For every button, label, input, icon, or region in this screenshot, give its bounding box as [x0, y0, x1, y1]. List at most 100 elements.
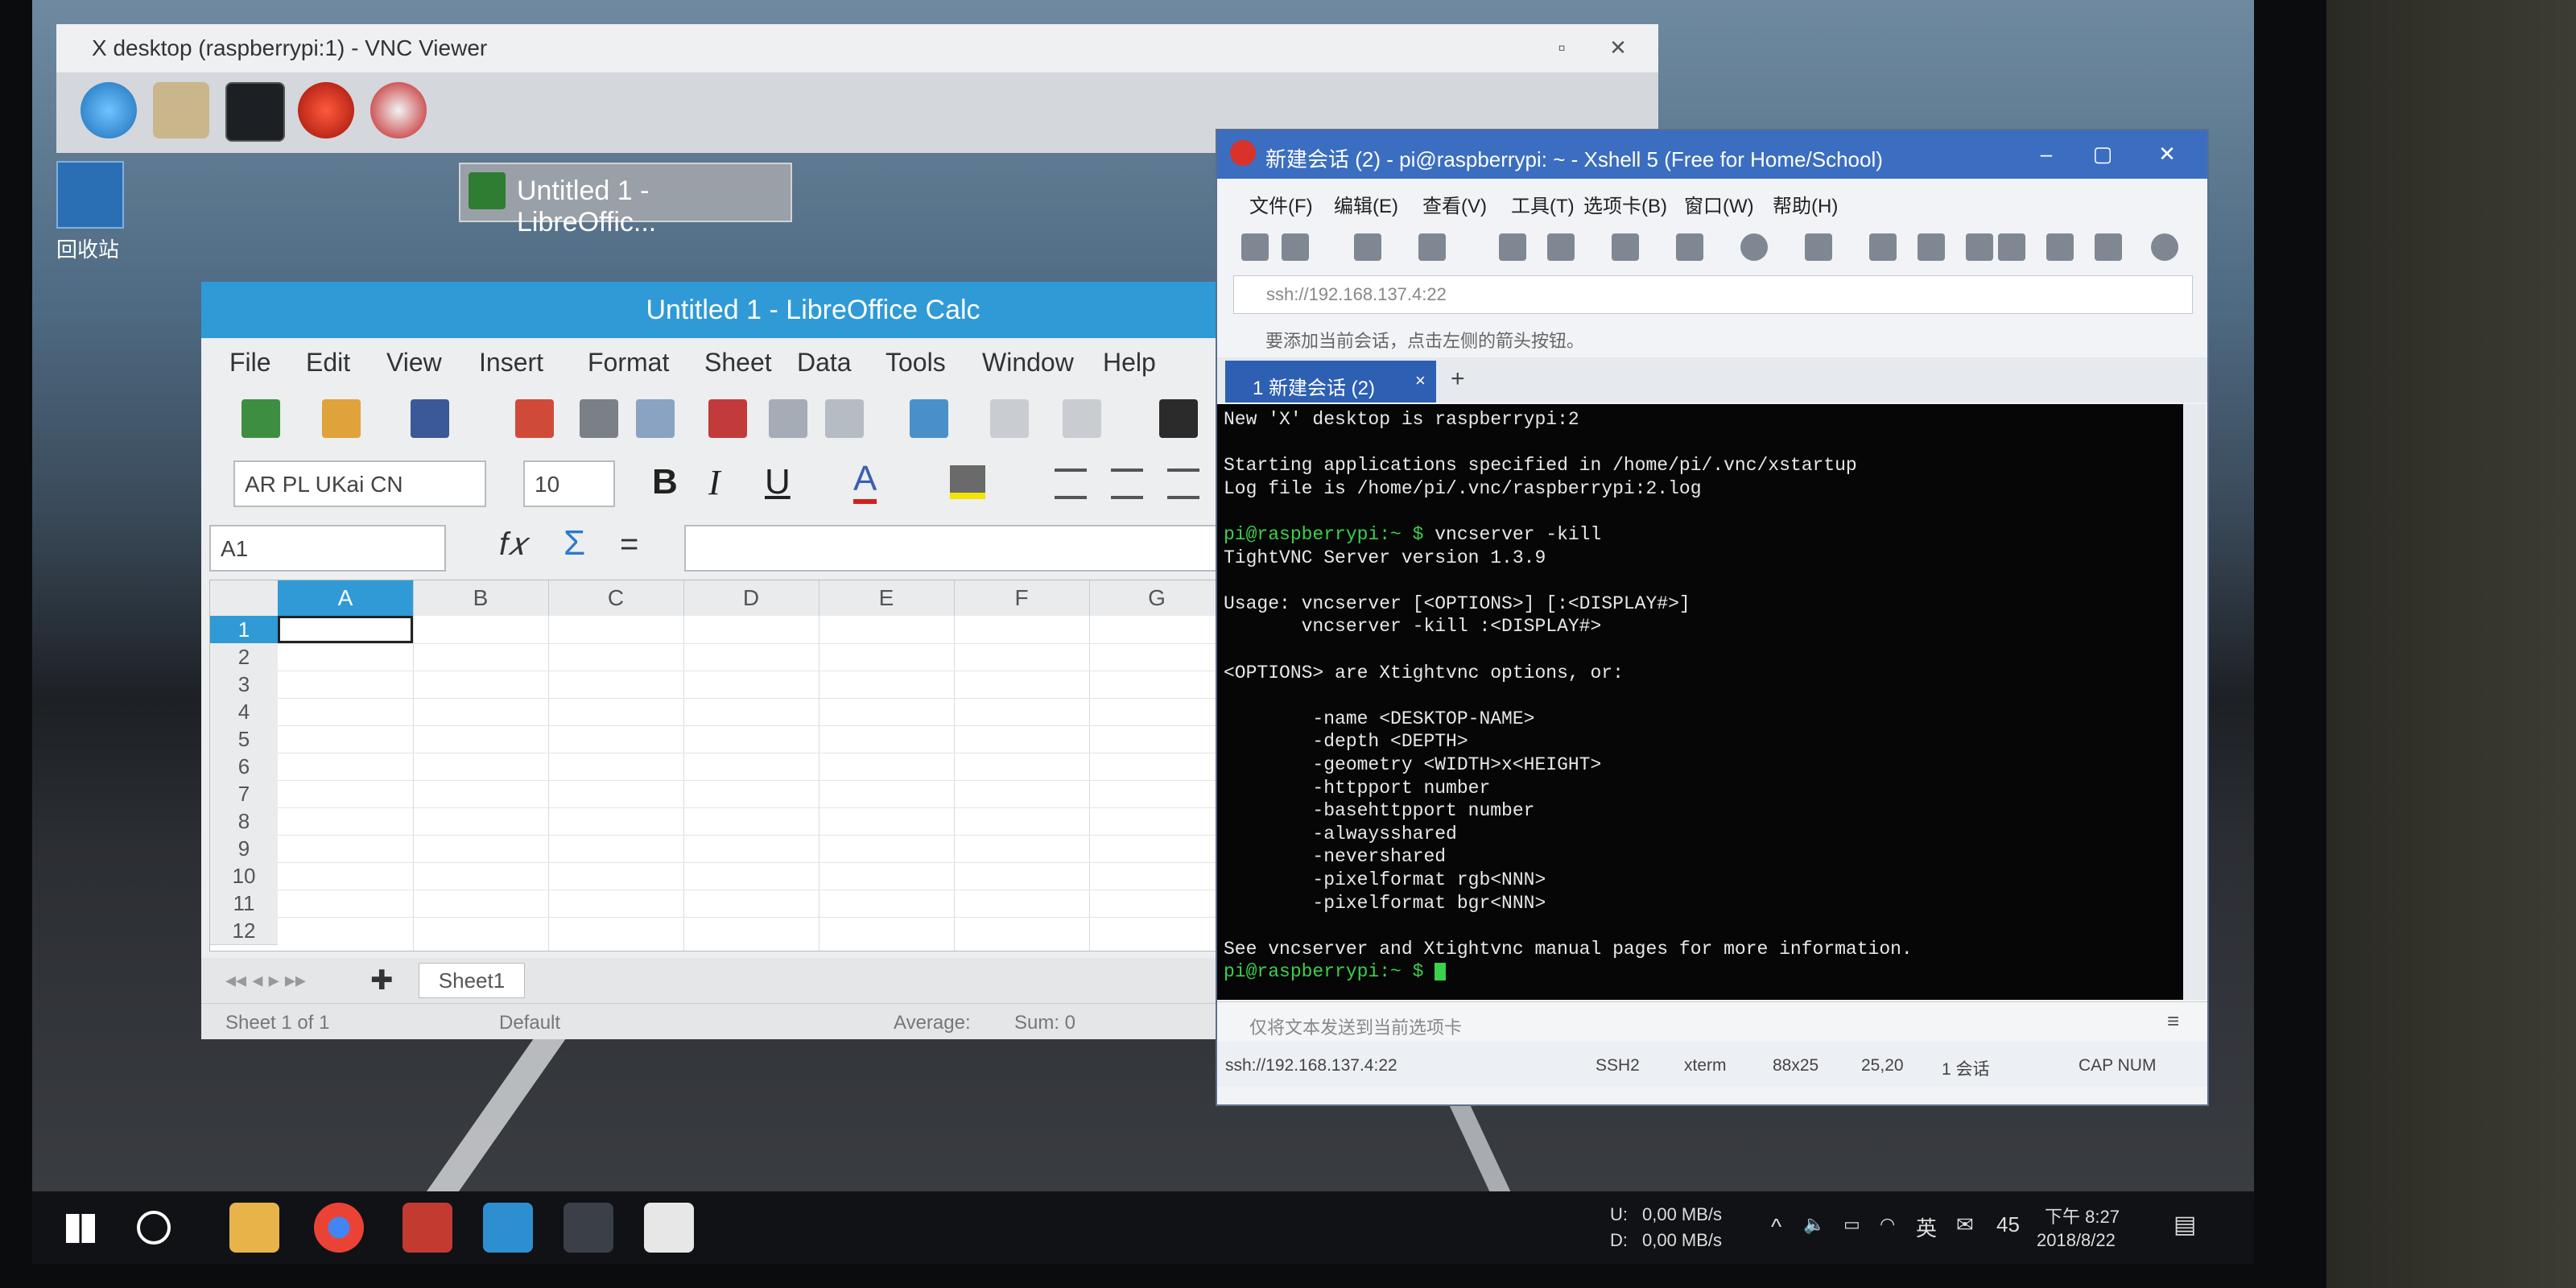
- row-header[interactable]: 5: [210, 725, 278, 753]
- clock-time[interactable]: 下午 8:27: [2045, 1203, 2120, 1228]
- corner-cell[interactable]: [210, 580, 279, 616]
- row-header[interactable]: 1: [210, 616, 278, 644]
- column-header[interactable]: D: [683, 580, 819, 616]
- xmanager-icon[interactable]: [1918, 233, 1945, 261]
- start-button[interactable]: [56, 1203, 106, 1253]
- column-header[interactable]: E: [819, 580, 955, 616]
- xshell-minimize-button[interactable]: –: [2030, 142, 2062, 171]
- new-spreadsheet-icon[interactable]: [242, 399, 280, 438]
- copy-icon[interactable]: [769, 399, 807, 438]
- xshell-menu-help[interactable]: 帮助(H): [1773, 190, 1838, 218]
- row-header[interactable]: 7: [210, 780, 278, 808]
- sum-icon[interactable]: Σ: [564, 523, 585, 564]
- paste-icon[interactable]: [825, 399, 864, 438]
- properties-icon[interactable]: [1418, 233, 1446, 261]
- help-icon[interactable]: [2151, 233, 2178, 261]
- underline-icon[interactable]: U: [765, 462, 791, 502]
- font-size-box[interactable]: 10: [523, 460, 615, 507]
- script-icon[interactable]: [1805, 233, 1832, 261]
- menu-icon[interactable]: ≡: [2167, 1009, 2179, 1034]
- row-header[interactable]: 3: [210, 671, 278, 699]
- file-explorer-icon[interactable]: [229, 1203, 279, 1253]
- function-wizard-icon[interactable]: f𝑥: [499, 526, 526, 563]
- align-left-icon[interactable]: [1055, 469, 1087, 499]
- cut-icon[interactable]: [708, 399, 747, 438]
- vnc-close-button[interactable]: ✕: [1602, 35, 1634, 64]
- xshell-close-button[interactable]: ✕: [2151, 142, 2183, 171]
- terminal-output[interactable]: New 'X' desktop is raspberrypi:2 Starting…: [1217, 404, 2183, 1000]
- xshell-session-tab[interactable]: 1 新建会话 (2) ×: [1225, 361, 1436, 402]
- web-browser-icon[interactable]: [80, 82, 137, 138]
- xshell-menu-tools[interactable]: 工具(T): [1511, 190, 1575, 218]
- font-color-icon[interactable]: A: [853, 459, 877, 504]
- find-replace-icon[interactable]: [1159, 399, 1198, 438]
- taskbar-libreoffice-button[interactable]: Untitled 1 - LibreOffic...: [459, 163, 792, 237]
- xshell-maximize-button[interactable]: ▢: [2087, 142, 2119, 171]
- cmd-taskbar-icon[interactable]: [564, 1203, 613, 1253]
- column-header[interactable]: C: [548, 580, 684, 616]
- row-header[interactable]: 6: [210, 753, 278, 781]
- column-header[interactable]: G: [1089, 580, 1224, 616]
- input-method-indicator[interactable]: 英: [1916, 1212, 1937, 1242]
- align-center-icon[interactable]: [1111, 469, 1143, 499]
- mail-icon[interactable]: ✉: [1956, 1212, 1974, 1237]
- bold-icon[interactable]: B: [652, 462, 678, 502]
- file-manager-icon[interactable]: [153, 82, 209, 138]
- chrome-icon[interactable]: [314, 1203, 364, 1253]
- xshell-menu-file[interactable]: 文件(F): [1249, 190, 1313, 218]
- row-header[interactable]: 2: [210, 643, 278, 671]
- row-header[interactable]: 10: [210, 862, 278, 890]
- xftp-icon[interactable]: [1869, 233, 1897, 261]
- vnc-taskbar-icon[interactable]: [483, 1203, 533, 1253]
- reconnect-icon[interactable]: [1354, 233, 1381, 261]
- open-folder-icon[interactable]: [322, 399, 361, 438]
- xshell-taskbar-icon[interactable]: [402, 1203, 452, 1253]
- menu-data[interactable]: Data: [797, 348, 852, 378]
- sheet-nav-arrows-icon[interactable]: ◂◂ ◂ ▸ ▸▸: [225, 968, 306, 993]
- name-box[interactable]: A1: [209, 525, 446, 572]
- wifi-icon[interactable]: ◠: [1880, 1214, 1895, 1235]
- sheet-tab[interactable]: Sheet1: [419, 963, 525, 998]
- terminal-icon[interactable]: [225, 82, 285, 142]
- find-icon[interactable]: [1547, 233, 1575, 261]
- menu-view[interactable]: View: [386, 348, 442, 378]
- menu-window[interactable]: Window: [982, 348, 1074, 378]
- wolfram-icon[interactable]: [370, 82, 427, 138]
- battery-icon[interactable]: ▭: [1843, 1214, 1860, 1235]
- lock-icon[interactable]: [1998, 233, 2025, 261]
- math-kernel-icon[interactable]: [298, 82, 354, 138]
- globe-icon[interactable]: [1740, 233, 1768, 261]
- redo-icon[interactable]: [1063, 399, 1101, 438]
- add-sheet-icon[interactable]: ✚: [370, 964, 394, 997]
- formula-icon[interactable]: =: [620, 526, 638, 563]
- row-header[interactable]: 12: [210, 917, 278, 945]
- row-header[interactable]: 4: [210, 698, 278, 726]
- italic-icon[interactable]: I: [708, 462, 720, 503]
- fullscreen-icon[interactable]: [1966, 233, 1993, 261]
- highlight-color-icon[interactable]: [950, 465, 985, 499]
- row-header[interactable]: 8: [210, 807, 278, 836]
- volume-icon[interactable]: 🔈: [1803, 1214, 1825, 1235]
- menu-insert[interactable]: Insert: [479, 348, 543, 378]
- formula-input[interactable]: [684, 525, 1227, 572]
- transfer-icon[interactable]: [1676, 233, 1703, 261]
- print-preview-icon[interactable]: [636, 399, 675, 438]
- row-header[interactable]: 9: [210, 835, 278, 863]
- tab-close-icon[interactable]: ×: [1415, 370, 1426, 391]
- column-header[interactable]: F: [954, 580, 1090, 616]
- column-header[interactable]: A: [278, 580, 414, 616]
- xshell-menu-view[interactable]: 查看(V): [1422, 190, 1487, 218]
- new-tab-icon[interactable]: +: [1451, 365, 1465, 393]
- open-session-icon[interactable]: [1282, 233, 1309, 261]
- new-session-icon[interactable]: [1241, 233, 1269, 261]
- xshell-menu-window[interactable]: 窗口(W): [1684, 190, 1754, 218]
- vnc-minimize-button[interactable]: ▫: [1546, 35, 1578, 64]
- clock-date[interactable]: 2018/8/22: [2037, 1230, 2116, 1251]
- xshell-compose-bar[interactable]: 仅将文本发送到当前选项卡 ≡: [1217, 1001, 2207, 1042]
- add-icon[interactable]: [2095, 233, 2122, 261]
- font-name-box[interactable]: AR PL UKai CN: [233, 460, 486, 507]
- print-icon[interactable]: [1612, 233, 1639, 261]
- column-header[interactable]: B: [413, 580, 549, 616]
- selected-cell-a1[interactable]: [278, 616, 413, 643]
- spreadsheet-grid[interactable]: A B C D E F G 1 2 3 4 5 6 7 8 9 10 11 12: [209, 580, 1225, 952]
